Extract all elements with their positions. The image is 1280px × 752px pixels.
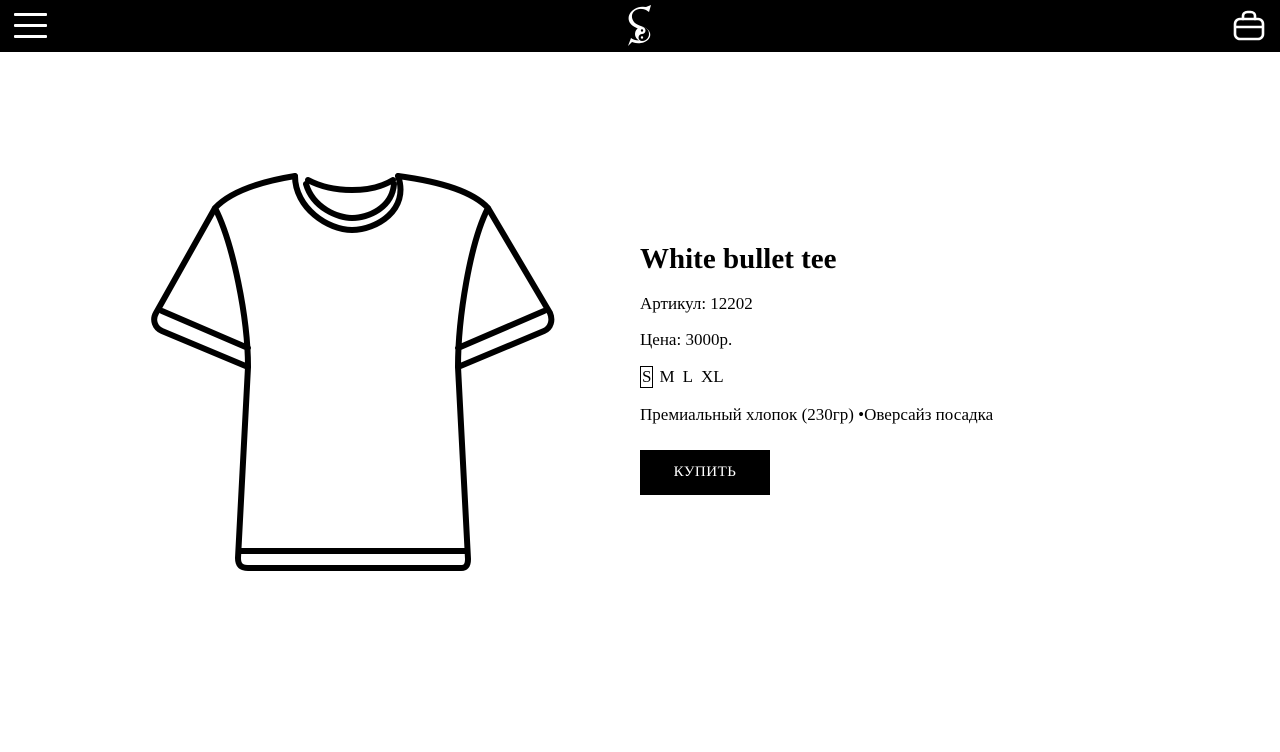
product-title: White bullet tee	[640, 243, 837, 275]
size-option-xl[interactable]: XL	[699, 366, 726, 388]
buy-button[interactable]: КУПИТЬ	[640, 450, 770, 495]
menu-line	[14, 24, 47, 27]
t-shirt-outline-icon	[151, 173, 555, 571]
menu-line	[14, 13, 47, 16]
hamburger-menu-icon[interactable]	[14, 11, 48, 41]
size-option-l[interactable]: L	[681, 366, 695, 388]
brand-logo[interactable]	[622, 4, 658, 48]
size-option-s[interactable]: S	[640, 366, 654, 388]
menu-line	[14, 35, 47, 38]
size-option-m[interactable]: M	[657, 366, 676, 388]
shopping-bag-icon[interactable]	[1232, 10, 1266, 42]
size-selector: S M L XL	[640, 366, 1240, 388]
s-yin-yang-logo-icon	[628, 5, 651, 46]
product-article: Артикул: 12202	[640, 294, 753, 313]
product-image	[148, 168, 558, 578]
top-navigation-bar	[0, 0, 1280, 52]
product-description: Премиальный хлопок (230гр) •Оверсайз пос…	[640, 405, 994, 424]
product-details: White bullet tee Артикул: 12202 Цена: 30…	[640, 240, 1240, 495]
product-price: Цена: 3000р.	[640, 330, 733, 349]
